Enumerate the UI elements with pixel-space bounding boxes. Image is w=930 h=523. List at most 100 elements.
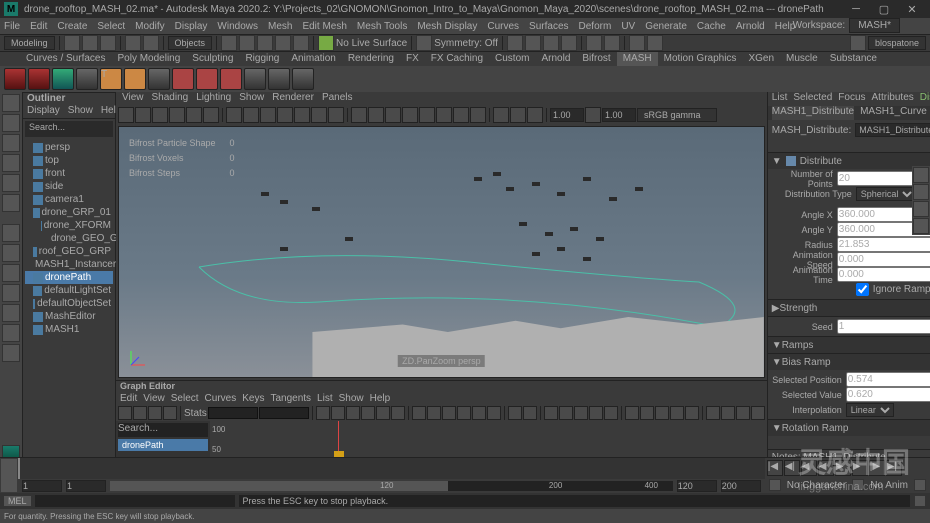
anim-end-field[interactable] [721,480,761,492]
cached-playback-icon[interactable] [769,479,781,491]
vp-gamma-icon[interactable] [585,107,601,123]
ae-tab[interactable]: MASH1_Distribute [772,106,854,120]
ge-pre-infinity[interactable] [706,406,720,420]
menu-curves[interactable]: Curves [487,21,519,32]
ge-time-snap[interactable] [508,406,522,420]
script-lang-select[interactable]: MEL [4,496,31,506]
outliner-item[interactable]: camera1 [25,193,113,206]
ge-linear[interactable] [331,406,345,420]
ge-frame-all[interactable] [559,406,573,420]
outliner-item[interactable]: MASH1_Instancer [25,258,113,271]
menu-windows[interactable]: Windows [217,21,258,32]
vp-gate-mask[interactable] [277,107,293,123]
open-scene-icon[interactable] [82,35,98,51]
bullet-icon[interactable] [172,68,194,90]
menu-arnold[interactable]: Arnold [736,21,765,32]
vp-select-camera[interactable] [118,107,134,123]
menu-modify[interactable]: Modify [135,21,164,32]
vp-safe-action[interactable] [311,107,327,123]
ipr-icon[interactable] [543,35,559,51]
command-input[interactable] [35,495,235,507]
outliner-item[interactable]: dronePath [25,271,113,284]
symmetry-icon[interactable] [416,35,432,51]
shelf-icon[interactable] [292,68,314,90]
shelf-tab[interactable]: Substance [824,52,883,66]
ignore-ramps-checkbox[interactable] [856,283,869,296]
ge-plateau[interactable] [376,406,390,420]
mash-editor-icon[interactable] [28,68,50,90]
outliner-item[interactable]: front [25,167,113,180]
vp-grease[interactable] [203,107,219,123]
close-button[interactable]: ✕ [898,0,926,18]
render-settings-icon[interactable] [561,35,577,51]
ge-stats-frame[interactable] [208,407,258,419]
ge-normalized[interactable] [640,406,654,420]
anim-speed-field[interactable] [837,252,930,267]
vp-2d-pan[interactable] [186,107,202,123]
menu-mesh-tools[interactable]: Mesh Tools [357,21,407,32]
ge-stats-value[interactable] [259,407,309,419]
select-tool[interactable] [2,94,20,112]
ge-auto-frame[interactable] [604,406,618,420]
mash-network-icon[interactable] [4,68,26,90]
layout-persp-outliner[interactable] [2,304,20,322]
vp-xray[interactable] [510,107,526,123]
distribution-type-select[interactable]: Spherical [856,187,916,201]
scale-tool[interactable] [2,194,20,212]
layout-four[interactable] [2,244,20,262]
ae-tab[interactable]: MASH1_Curve [860,106,927,120]
toggle-pane-icon[interactable] [629,35,645,51]
ge-unify[interactable] [457,406,471,420]
outliner-item[interactable]: top [25,154,113,167]
vp-grid[interactable] [226,107,242,123]
layout-two-stack[interactable] [2,284,20,302]
menu-generate[interactable]: Generate [645,21,687,32]
lasso-tool[interactable] [2,114,20,132]
minimize-button[interactable]: ─ [842,0,870,18]
shelf-tab[interactable]: Motion Graphics [658,52,743,66]
outliner-item[interactable]: MashEditor [25,310,113,323]
vp-shadows[interactable] [419,107,435,123]
light-editor-icon[interactable] [604,35,620,51]
viewport-3d[interactable]: Bifrost Particle Shape0Bifrost Voxels0Bi… [118,126,765,378]
modeling-toolkit-toggle[interactable] [913,167,929,183]
vp-xray-joints[interactable] [527,107,543,123]
paint-select-tool[interactable] [2,134,20,152]
ge-auto[interactable] [391,406,405,420]
menu-mesh-display[interactable]: Mesh Display [417,21,477,32]
menu-select[interactable]: Select [97,21,125,32]
vp-aa[interactable] [470,107,486,123]
snap-plane-icon[interactable] [275,35,291,51]
ge-show-buffer[interactable] [670,406,684,420]
menu-create[interactable]: Create [57,21,87,32]
mash-cache-icon[interactable] [52,68,74,90]
snap-grid-icon[interactable] [221,35,237,51]
shelf-tab[interactable]: FX [400,52,425,66]
menu-cache[interactable]: Cache [697,21,726,32]
anim-time-field[interactable] [837,267,930,282]
layout-hypershade[interactable] [2,344,20,362]
ge-stacked[interactable] [625,406,639,420]
module-selector[interactable]: Modeling [4,36,55,50]
vp-safe-title[interactable] [328,107,344,123]
menu-surfaces[interactable]: Surfaces [529,21,568,32]
snap-surface-icon[interactable] [293,35,309,51]
new-scene-icon[interactable] [64,35,80,51]
vp-smooth-shade[interactable] [368,107,384,123]
shelf-tab[interactable]: Rendering [342,52,400,66]
select-mode[interactable]: Objects [168,36,213,50]
outliner-item[interactable]: defaultObjectSet [25,297,113,310]
type-tool-icon[interactable]: T [100,68,122,90]
shelf-tab[interactable]: Muscle [780,52,824,66]
ge-free-length[interactable] [472,406,486,420]
seed-field[interactable] [837,319,930,334]
menu-mesh[interactable]: Mesh [268,21,292,32]
outliner-item[interactable]: side [25,180,113,193]
vp-field-chart[interactable] [294,107,310,123]
shelf-tab[interactable]: FX Caching [425,52,489,66]
undo-icon[interactable] [125,35,141,51]
ge-stepped[interactable] [361,406,375,420]
ge-move-keys[interactable] [118,406,132,420]
ae-distribute-header[interactable]: ▼ Distribute [768,153,930,169]
layout-persp-graph[interactable] [2,324,20,342]
